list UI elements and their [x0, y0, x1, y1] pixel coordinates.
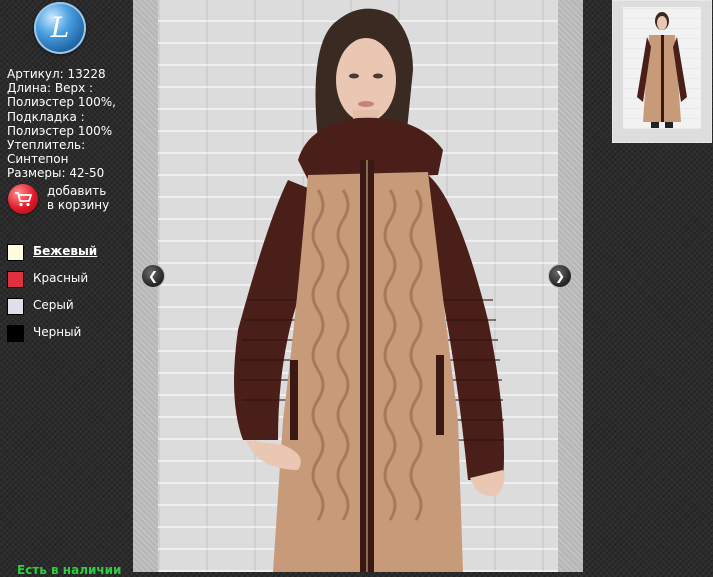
- model-in-coat-image: [234, 8, 505, 572]
- chevron-right-icon[interactable]: ❯: [548, 264, 572, 288]
- color-name[interactable]: Серый: [33, 298, 74, 312]
- spec-line: Артикул: 13228: [7, 67, 106, 81]
- add-to-cart-button[interactable]: добавить в корзину: [8, 184, 128, 218]
- color-name[interactable]: Черный: [33, 325, 81, 339]
- color-swatch[interactable]: [7, 271, 24, 288]
- product-photo[interactable]: [158, 0, 558, 572]
- add-to-cart-line2: в корзину: [47, 198, 110, 212]
- color-name[interactable]: Красный: [33, 271, 88, 285]
- color-swatch[interactable]: [7, 298, 24, 315]
- spec-line: Размеры: 42-50: [7, 166, 105, 181]
- image-viewer: ❮ ❯: [133, 0, 583, 572]
- add-to-cart-label[interactable]: добавить в корзину: [47, 184, 109, 212]
- logo-letter: L: [50, 11, 70, 44]
- chevron-left-icon[interactable]: ❮: [141, 264, 165, 288]
- spec-line: Полиэстер 100%: [7, 123, 113, 138]
- cart-icon[interactable]: [8, 184, 38, 214]
- color-swatch[interactable]: [7, 244, 24, 261]
- spec-line: Полиэстер 100%,: [7, 95, 116, 110]
- spec-line: Синтепон: [7, 152, 69, 167]
- color-name[interactable]: Бежевый: [33, 244, 97, 258]
- product-specs: Артикул: 13228 Длина: Верх : Полиэстер 1…: [7, 67, 122, 181]
- thumbnail-model-image: [637, 12, 687, 128]
- spec-line: Длина: Верх :: [7, 81, 94, 96]
- thumbnail-image[interactable]: [623, 7, 701, 129]
- color-swatch[interactable]: [7, 325, 24, 342]
- brand-logo[interactable]: L: [34, 2, 86, 54]
- gallery-thumbnail[interactable]: [612, 0, 712, 143]
- availability-status: Есть в наличии: [17, 563, 122, 577]
- add-to-cart-line1: добавить: [47, 184, 107, 198]
- spec-line: Подкладка :: [7, 109, 85, 124]
- spec-line: Утеплитель:: [7, 138, 86, 153]
